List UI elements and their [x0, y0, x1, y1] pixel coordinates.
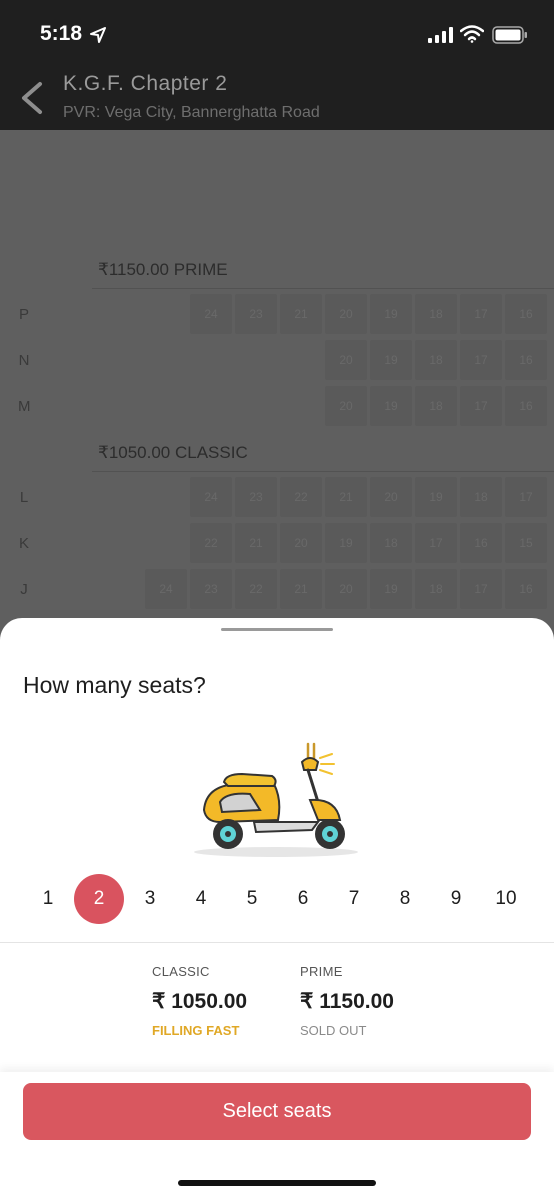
row-label: J: [20, 581, 28, 598]
seat[interactable]: 21: [235, 523, 277, 563]
location-arrow-icon: [90, 27, 106, 43]
sheet-title: How many seats?: [23, 672, 206, 698]
seat[interactable]: 17: [460, 386, 502, 426]
seat[interactable]: 16: [505, 386, 547, 426]
seat[interactable]: 19: [370, 386, 412, 426]
seat[interactable]: 24: [145, 569, 187, 609]
seat[interactable]: 18: [370, 523, 412, 563]
seat[interactable]: 15: [505, 523, 547, 563]
select-seats-button[interactable]: Select seats: [23, 1083, 531, 1140]
availability-status: SOLD OUT: [300, 1023, 367, 1038]
back-arrow-icon[interactable]: [18, 80, 44, 116]
seat-count-option[interactable]: 4: [176, 874, 226, 924]
seat[interactable]: 20: [370, 477, 412, 517]
seat[interactable]: 18: [415, 340, 457, 380]
seat[interactable]: 18: [415, 569, 457, 609]
venue-name: PVR: Vega City, Bannerghatta Road: [63, 104, 320, 121]
seat[interactable]: 17: [505, 477, 547, 517]
seat[interactable]: 20: [325, 340, 367, 380]
wifi-icon: [460, 25, 484, 43]
seat-count-option[interactable]: 9: [431, 874, 481, 924]
seat[interactable]: 20: [325, 386, 367, 426]
seat-count-option[interactable]: 5: [227, 874, 277, 924]
status-time: 5:18: [40, 22, 83, 45]
sheet-drag-handle[interactable]: [221, 628, 333, 631]
section-divider: [92, 471, 554, 472]
row-label: K: [18, 535, 29, 552]
home-indicator[interactable]: [178, 1180, 376, 1186]
seat[interactable]: 18: [415, 294, 457, 334]
row-label: M: [18, 398, 31, 415]
seat-count-option-selected[interactable]: 2: [74, 874, 124, 924]
seat[interactable]: 20: [325, 569, 367, 609]
seat[interactable]: 21: [280, 294, 322, 334]
seat-count-selector: 1 2 3 4 5 6 7 8 9 10: [0, 874, 554, 926]
seat[interactable]: 21: [325, 477, 367, 517]
seat-count-option[interactable]: 10: [481, 874, 531, 924]
seat[interactable]: 24: [190, 294, 232, 334]
seat-count-option[interactable]: 7: [329, 874, 379, 924]
seat[interactable]: 19: [325, 523, 367, 563]
price-category: PRIME: [300, 964, 343, 979]
seat[interactable]: 16: [505, 569, 547, 609]
seat-count-option[interactable]: 1: [23, 874, 73, 924]
row-label: L: [19, 489, 29, 506]
seat[interactable]: 17: [460, 569, 502, 609]
status-bar: 5:18: [0, 0, 554, 64]
scooter-illustration-icon: [194, 742, 358, 857]
seat-count-sheet: How many seats? 1 2 3 4 5 6 7 8 9 10 CLA…: [0, 618, 554, 1200]
seat-layout: ₹1150.00 PRIME P 24 23 21 20 19 18 17 16…: [0, 130, 554, 630]
seat-count-option[interactable]: 8: [380, 874, 430, 924]
price-classic: CLASSIC ₹ 1050.00 FILLING FAST: [152, 964, 247, 1038]
seat[interactable]: 22: [190, 523, 232, 563]
seat[interactable]: 20: [280, 523, 322, 563]
availability-status: FILLING FAST: [152, 1023, 240, 1038]
divider: [0, 942, 554, 943]
row-label: P: [18, 306, 29, 323]
seat[interactable]: 17: [460, 294, 502, 334]
seat-count-option[interactable]: 6: [278, 874, 328, 924]
seat[interactable]: 22: [280, 477, 322, 517]
battery-icon: [492, 26, 527, 44]
sheet-footer: Select seats: [0, 1072, 554, 1200]
price-prime: PRIME ₹ 1150.00 SOLD OUT: [300, 964, 394, 1038]
seat[interactable]: 23: [235, 477, 277, 517]
seat[interactable]: 23: [235, 294, 277, 334]
seat[interactable]: 18: [415, 386, 457, 426]
section-label-prime: ₹1150.00 PRIME: [98, 260, 228, 279]
seat[interactable]: 20: [325, 294, 367, 334]
seat[interactable]: 18: [460, 477, 502, 517]
seat[interactable]: 16: [505, 294, 547, 334]
seat[interactable]: 17: [415, 523, 457, 563]
section-divider: [92, 288, 554, 289]
seat[interactable]: 19: [370, 340, 412, 380]
section-label-classic: ₹1050.00 CLASSIC: [98, 443, 248, 462]
seat[interactable]: 23: [190, 569, 232, 609]
seat[interactable]: 22: [235, 569, 277, 609]
seat[interactable]: 21: [280, 569, 322, 609]
row-label: N: [18, 352, 30, 369]
seat[interactable]: 16: [460, 523, 502, 563]
seat[interactable]: 19: [415, 477, 457, 517]
seat[interactable]: 16: [505, 340, 547, 380]
cellular-signal-icon: [428, 27, 453, 43]
price-category: CLASSIC: [152, 964, 210, 979]
seat[interactable]: 17: [460, 340, 502, 380]
seat[interactable]: 24: [190, 477, 232, 517]
seat[interactable]: 19: [370, 294, 412, 334]
app-header: K.G.F. Chapter 2 PVR: Vega City, Bannerg…: [0, 64, 554, 130]
seat-count-option[interactable]: 3: [125, 874, 175, 924]
movie-title: K.G.F. Chapter 2: [63, 72, 228, 95]
seat[interactable]: 19: [370, 569, 412, 609]
price-value: ₹ 1050.00: [152, 990, 248, 1013]
price-value: ₹ 1150.00: [300, 990, 394, 1013]
